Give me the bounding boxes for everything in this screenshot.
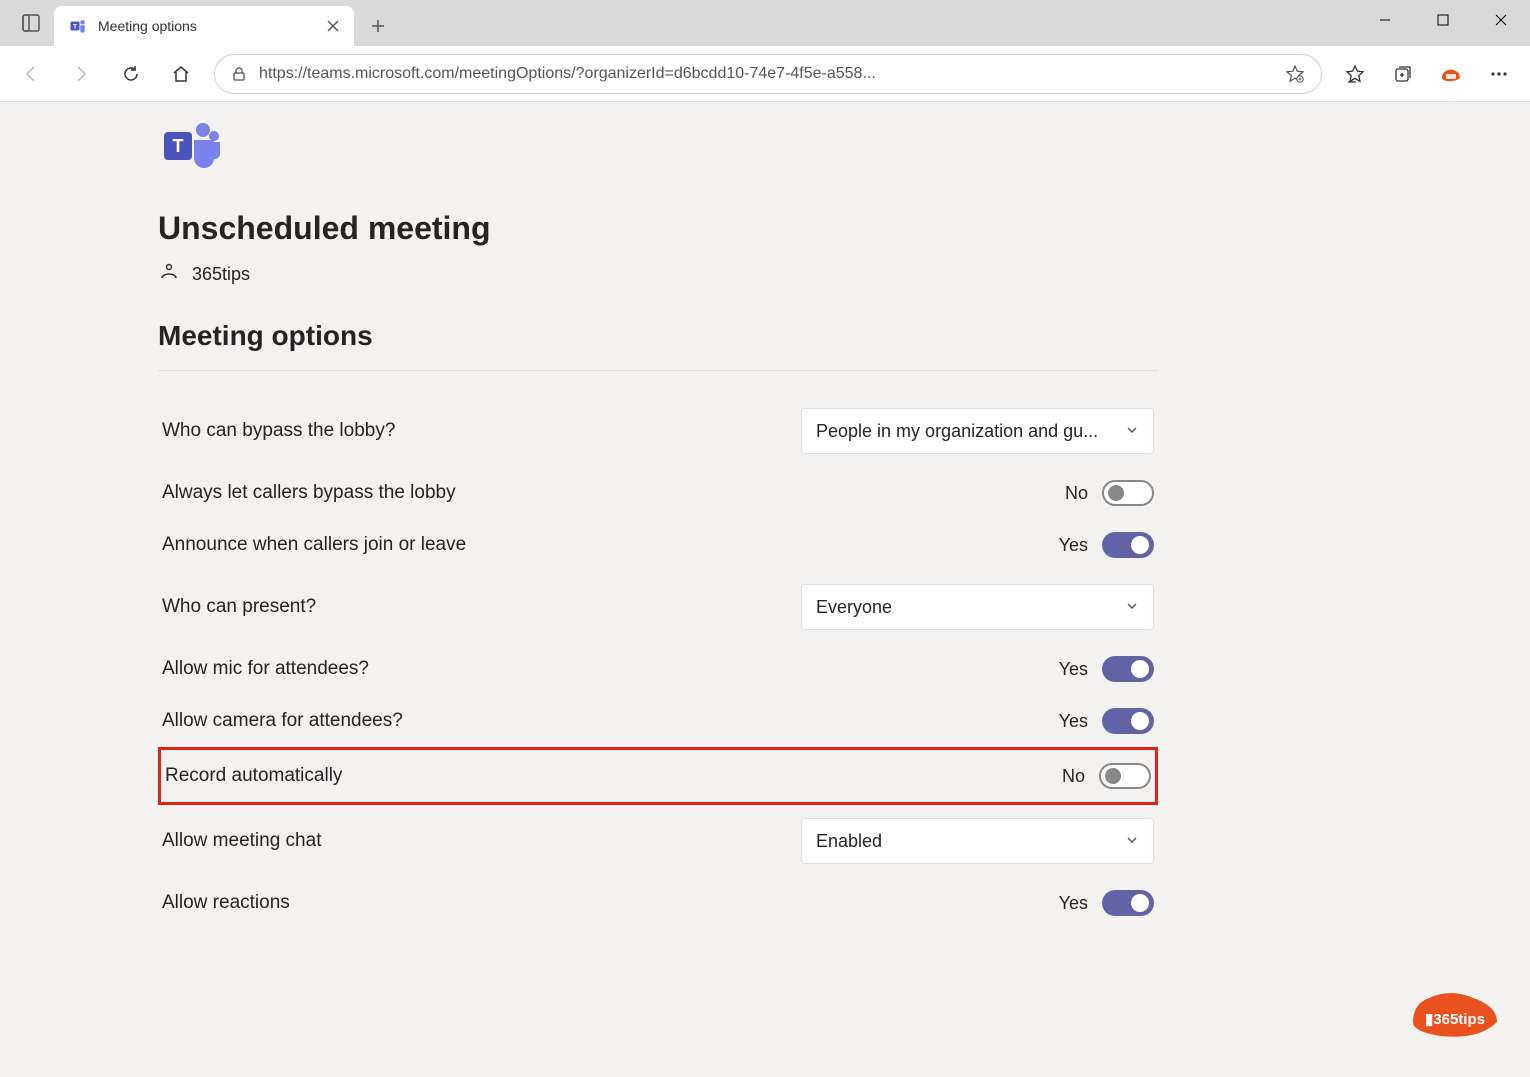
toggle-label: No (1065, 483, 1088, 504)
organizer-name: 365tips (192, 264, 250, 285)
page-title: Unscheduled meeting (158, 210, 1158, 247)
announce-callers-toggle[interactable] (1102, 532, 1154, 558)
browser-tab[interactable]: T Meeting options (54, 6, 354, 46)
toggle-label: No (1062, 766, 1085, 787)
record-automatically-toggle[interactable] (1099, 763, 1151, 789)
option-allow-camera: Allow camera for attendees? Yes (158, 695, 1158, 747)
maximize-button[interactable] (1414, 0, 1472, 40)
window-titlebar: T Meeting options (0, 0, 1530, 46)
new-tab-button[interactable] (360, 8, 396, 44)
dropdown-value: Enabled (816, 831, 882, 852)
toggle-label: Yes (1059, 893, 1088, 914)
url-text: https://teams.microsoft.com/meetingOptio… (259, 65, 1281, 83)
organizer-row: 365tips (158, 261, 1158, 288)
option-label: Who can bypass the lobby? (162, 420, 395, 442)
minimize-button[interactable] (1356, 0, 1414, 40)
organizer-icon (158, 261, 180, 288)
option-meeting-chat: Allow meeting chat Enabled (158, 805, 1158, 877)
option-label: Allow camera for attendees? (162, 710, 403, 732)
watermark-365tips: ▮365tips (1407, 976, 1503, 1046)
close-window-button[interactable] (1472, 0, 1530, 40)
lock-icon[interactable] (227, 62, 251, 86)
option-label: Allow meeting chat (162, 830, 321, 852)
option-label: Who can present? (162, 596, 316, 618)
refresh-button[interactable] (108, 51, 154, 97)
allow-reactions-toggle[interactable] (1102, 890, 1154, 916)
option-label: Allow mic for attendees? (162, 658, 369, 680)
allow-mic-toggle[interactable] (1102, 656, 1154, 682)
collections-button[interactable] (1380, 51, 1426, 97)
section-divider (158, 370, 1158, 371)
chevron-down-icon (1125, 831, 1139, 852)
option-bypass-lobby: Who can bypass the lobby? People in my o… (158, 395, 1158, 467)
profile-button[interactable] (1428, 51, 1474, 97)
teams-logo-icon: T (158, 116, 222, 176)
dropdown-value: People in my organization and gu... (816, 421, 1098, 442)
dropdown-value: Everyone (816, 597, 892, 618)
back-button[interactable] (8, 51, 54, 97)
option-callers-bypass: Always let callers bypass the lobby No (158, 467, 1158, 519)
page-scroll[interactable]: T Unscheduled meeting 365tips Meeting op… (3, 102, 1527, 1074)
chevron-down-icon (1125, 597, 1139, 618)
option-who-can-present: Who can present? Everyone (158, 571, 1158, 643)
favorites-button[interactable] (1332, 51, 1378, 97)
page-viewport: T Unscheduled meeting 365tips Meeting op… (3, 102, 1527, 1074)
favorite-star-icon[interactable] (1281, 60, 1309, 88)
allow-camera-toggle[interactable] (1102, 708, 1154, 734)
tab-title: Meeting options (98, 18, 314, 34)
option-label: Allow reactions (162, 892, 290, 914)
home-button[interactable] (158, 51, 204, 97)
toggle-label: Yes (1059, 659, 1088, 680)
bypass-lobby-select[interactable]: People in my organization and gu... (801, 408, 1154, 454)
address-bar[interactable]: https://teams.microsoft.com/meetingOptio… (214, 54, 1322, 94)
option-label: Announce when callers join or leave (162, 534, 466, 556)
chevron-down-icon (1125, 421, 1139, 442)
option-label: Always let callers bypass the lobby (162, 482, 456, 504)
option-allow-reactions: Allow reactions Yes (158, 877, 1158, 929)
section-title: Meeting options (158, 320, 1158, 352)
teams-favicon-icon: T (68, 16, 88, 36)
option-label: Record automatically (165, 765, 342, 787)
tab-strip-button[interactable] (8, 0, 54, 46)
more-button[interactable] (1476, 51, 1522, 97)
option-allow-mic: Allow mic for attendees? Yes (158, 643, 1158, 695)
option-record-automatically: Record automatically No (158, 747, 1158, 805)
meeting-chat-select[interactable]: Enabled (801, 818, 1154, 864)
browser-navbar: https://teams.microsoft.com/meetingOptio… (0, 46, 1530, 102)
option-announce-callers: Announce when callers join or leave Yes (158, 519, 1158, 571)
who-can-present-select[interactable]: Everyone (801, 584, 1154, 630)
callers-bypass-toggle[interactable] (1102, 480, 1154, 506)
close-tab-button[interactable] (324, 17, 342, 35)
svg-text:▮365tips: ▮365tips (1425, 1011, 1485, 1028)
forward-button[interactable] (58, 51, 104, 97)
toggle-label: Yes (1059, 535, 1088, 556)
svg-text:T: T (173, 136, 184, 156)
toggle-label: Yes (1059, 711, 1088, 732)
